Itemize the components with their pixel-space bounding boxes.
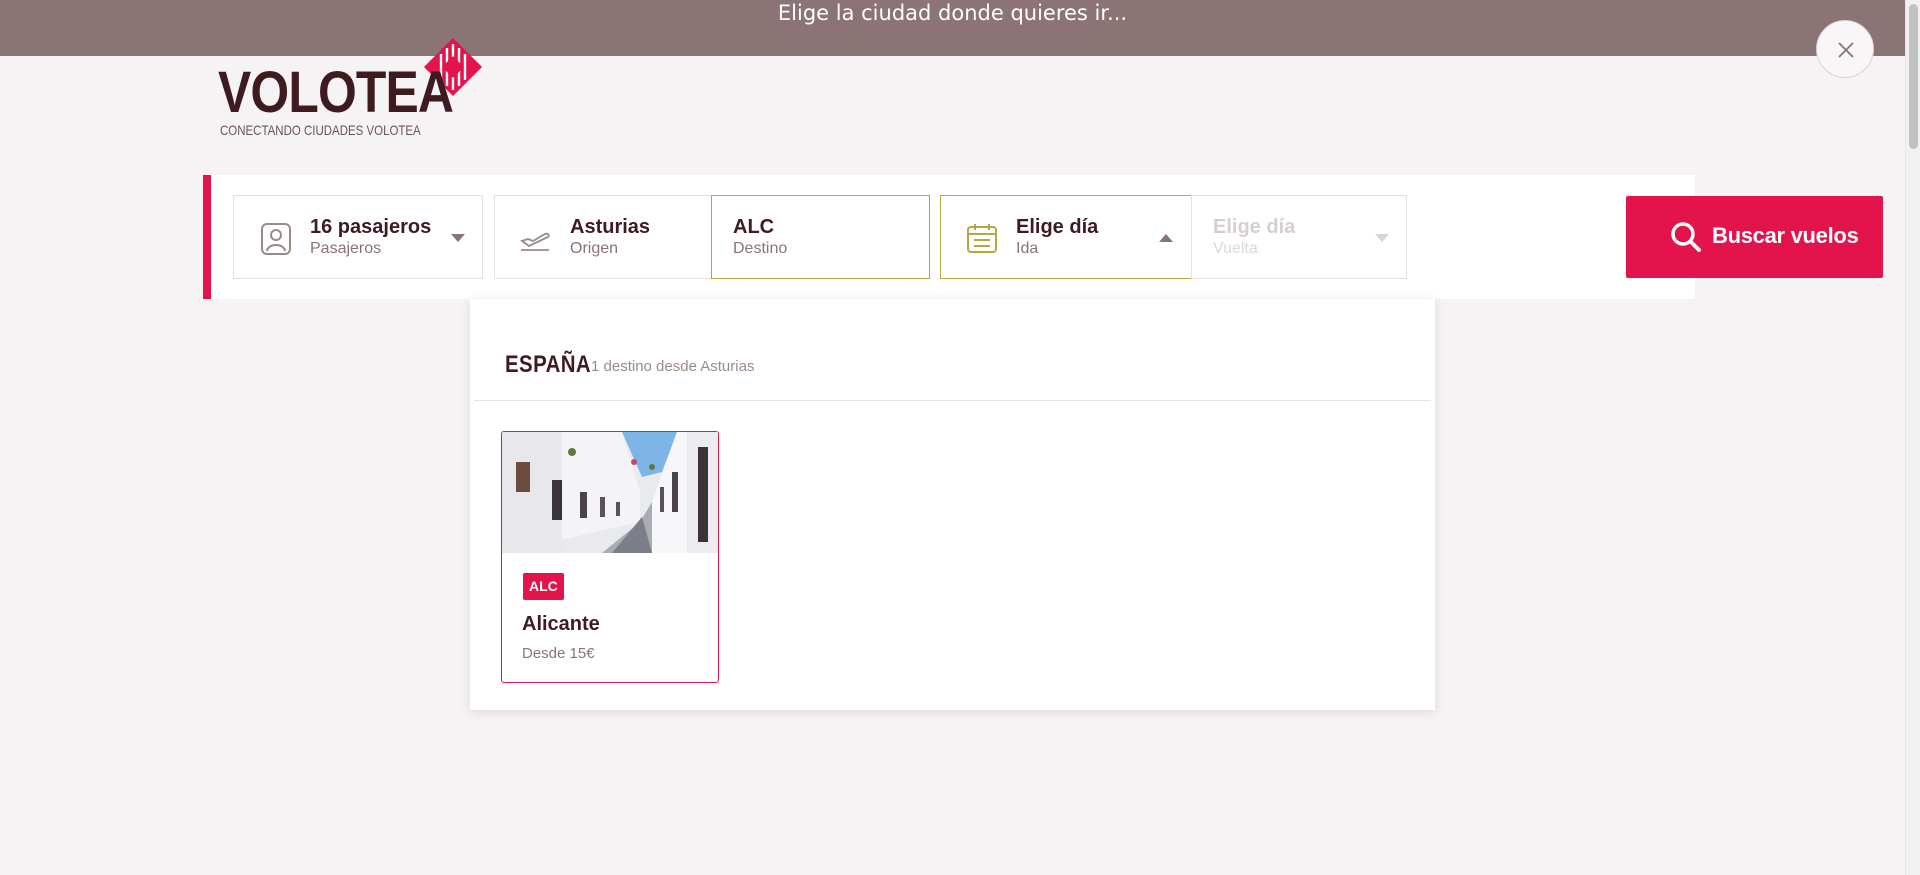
destination-code-badge: ALC bbox=[523, 573, 564, 600]
return-date-label: Vuelta bbox=[1213, 240, 1258, 257]
passengers-label: Pasajeros bbox=[310, 240, 382, 257]
country-subtitle: 1 destino desde Asturias bbox=[591, 358, 755, 375]
passengers-field[interactable]: 16 pasajeros Pasajeros bbox=[233, 195, 483, 279]
destination-dropdown: ESPAÑA 1 destino desde Asturias ALC Alic… bbox=[470, 299, 1435, 710]
origin-label: Origen bbox=[570, 240, 619, 257]
close-icon bbox=[1838, 42, 1854, 58]
chevron-down-icon bbox=[451, 234, 465, 242]
close-button[interactable] bbox=[1816, 20, 1874, 78]
destination-label: Destino bbox=[733, 240, 788, 257]
scrollbar[interactable] bbox=[1905, 0, 1920, 875]
outbound-date-label: Ida bbox=[1016, 240, 1039, 257]
destination-card-alicante[interactable]: ALC Alicante Desde 15€ bbox=[501, 431, 719, 683]
origin-field[interactable]: Asturias Origen bbox=[494, 195, 712, 279]
logo-wordmark: VOLOTEA bbox=[218, 60, 454, 125]
passengers-value: 16 pasajeros bbox=[310, 216, 432, 238]
destination-price: Desde 15€ bbox=[522, 645, 595, 662]
chevron-down-icon bbox=[1375, 234, 1389, 242]
scrollbar-thumb[interactable] bbox=[1909, 4, 1918, 149]
banner-text: Elige la ciudad donde quieres ir... bbox=[777, 1, 1128, 25]
logo-tagline: CONECTANDO CIUDADES VOLOTEA bbox=[220, 122, 421, 138]
plane-takeoff-icon bbox=[520, 232, 550, 251]
calendar-icon bbox=[967, 224, 997, 253]
return-date-field[interactable]: Elige día Vuelta bbox=[1191, 195, 1407, 279]
origin-value: Asturias bbox=[570, 216, 651, 238]
outbound-date-field[interactable]: Elige día Ida bbox=[940, 195, 1192, 279]
destination-photo bbox=[502, 432, 718, 553]
destination-field[interactable]: ALC Destino bbox=[711, 195, 930, 279]
divider bbox=[474, 400, 1431, 401]
outbound-date-value: Elige día bbox=[1016, 216, 1099, 238]
chevron-up-icon bbox=[1159, 234, 1173, 242]
destination-value: ALC bbox=[733, 216, 775, 238]
passengers-icon bbox=[261, 223, 291, 255]
destination-name: Alicante bbox=[522, 613, 600, 635]
search-flights-label: Buscar vuelos bbox=[1712, 223, 1859, 248]
search-icon bbox=[1671, 222, 1701, 252]
country-heading: ESPAÑA bbox=[505, 351, 592, 378]
return-date-value: Elige día bbox=[1213, 216, 1296, 238]
volotea-logo[interactable]: VOLOTEA CONECTANDO CIUDADES VOLOTEA bbox=[218, 36, 483, 144]
search-flights-button[interactable]: Buscar vuelos bbox=[1626, 196, 1883, 278]
flight-search-bar: 16 pasajeros Pasajeros Asturias Origen A… bbox=[203, 175, 1883, 299]
